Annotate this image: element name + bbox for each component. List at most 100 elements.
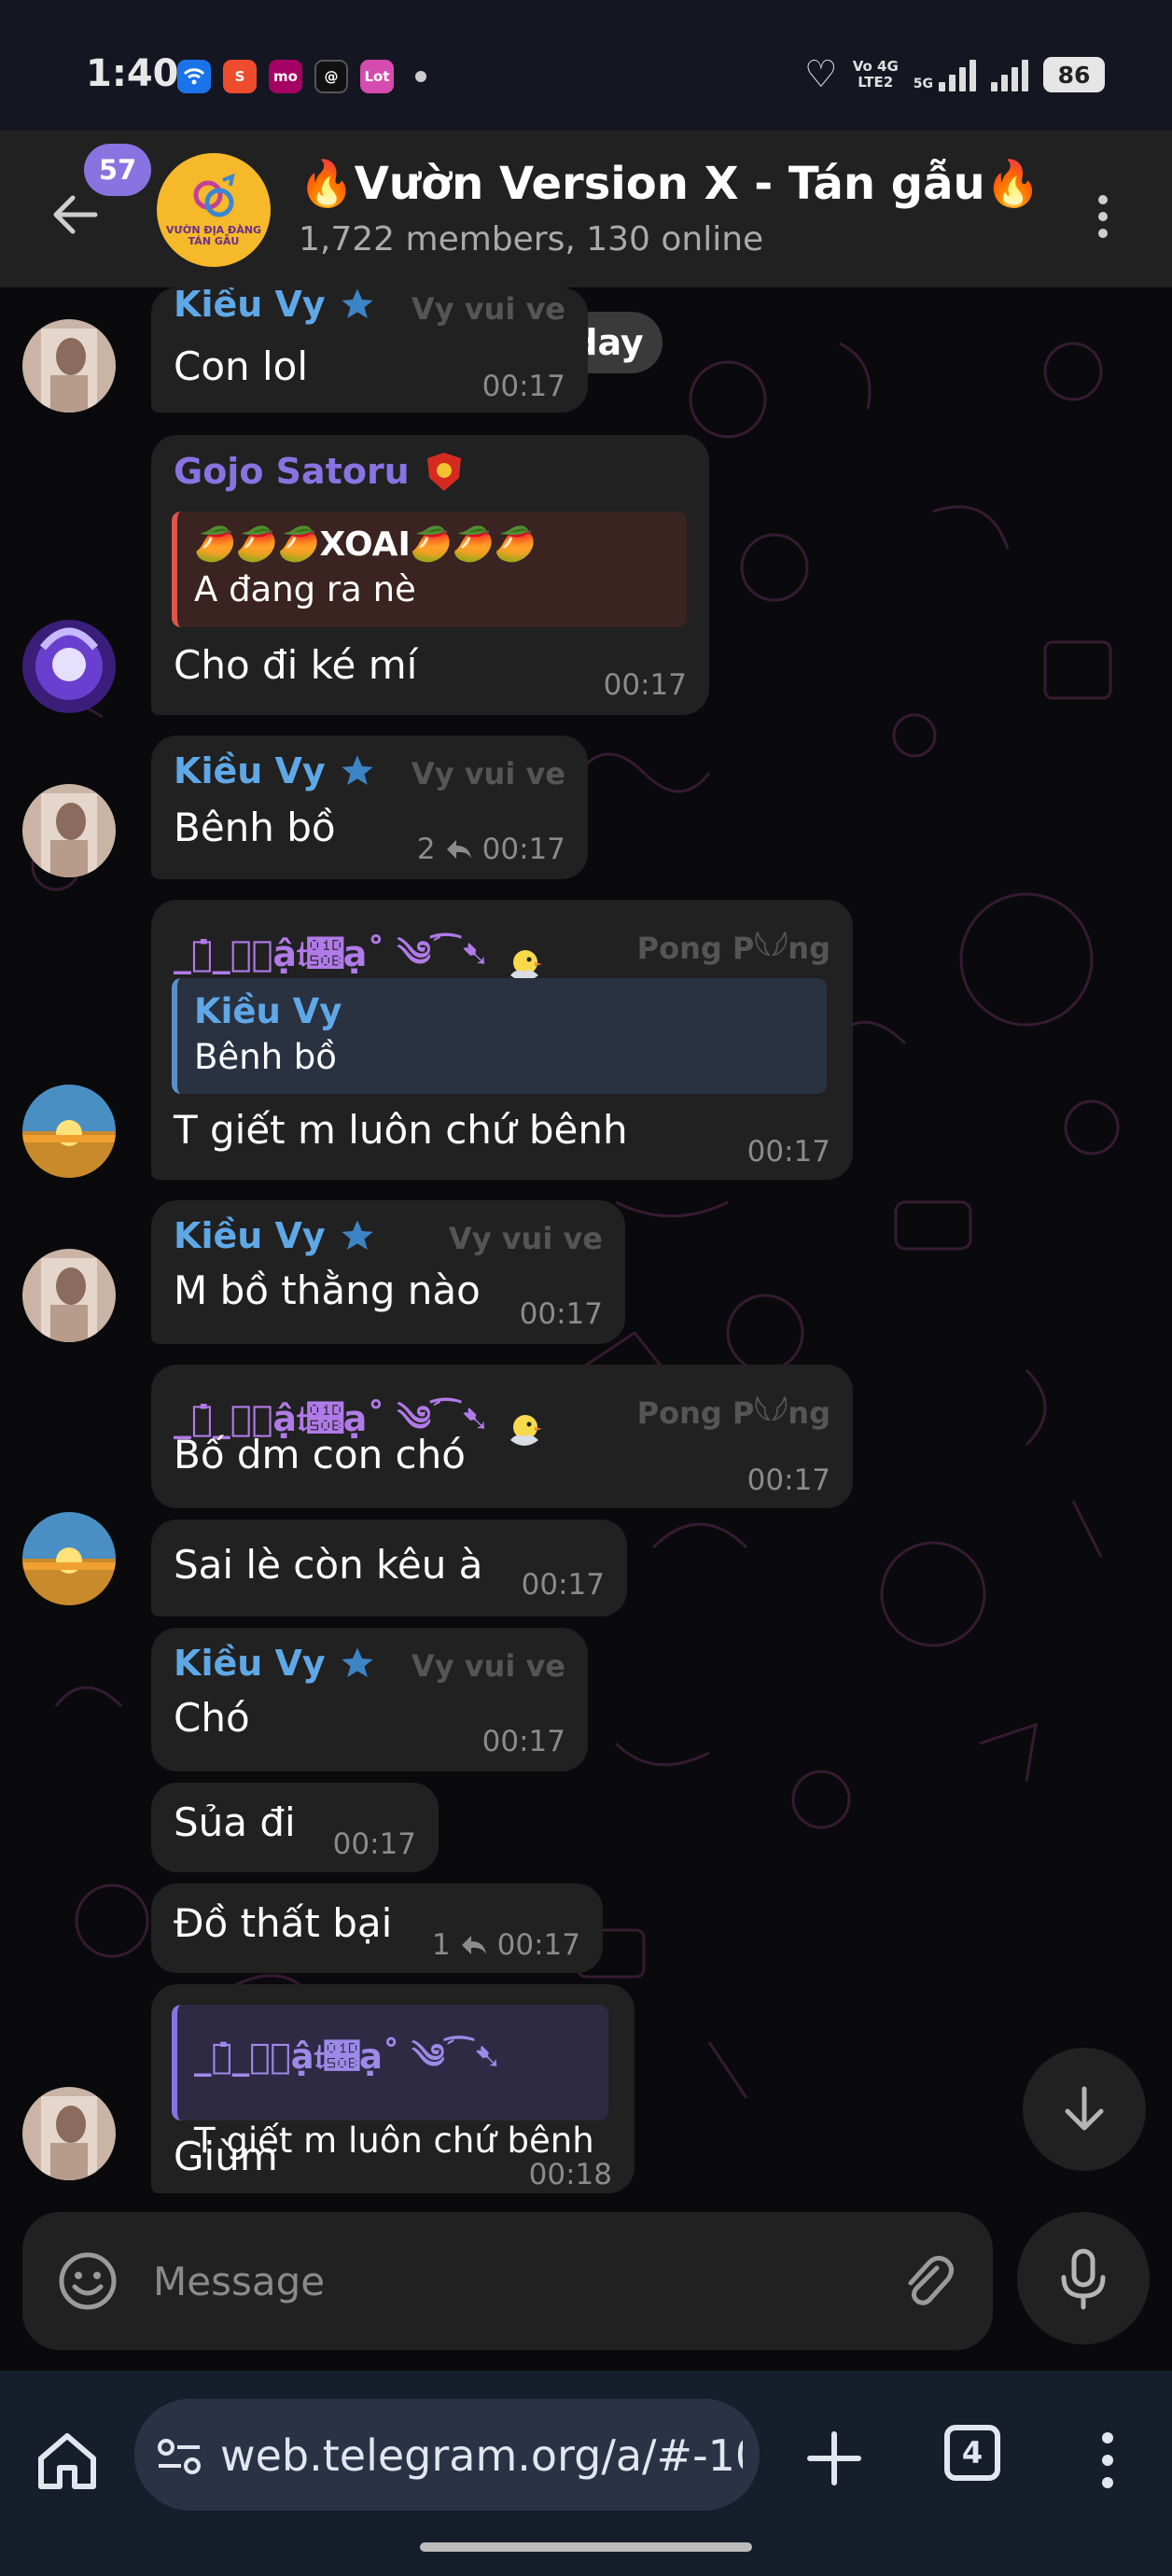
- garden-logo-icon: [193, 173, 235, 217]
- tab-switcher-button[interactable]: 4: [944, 2425, 1000, 2481]
- message-text: Con lol: [174, 343, 309, 389]
- avatar-kieu-vy[interactable]: [22, 1249, 116, 1342]
- site-settings-icon[interactable]: [155, 2436, 203, 2477]
- message-bubble[interactable]: Sai lè còn kêu à 00:17: [151, 1519, 627, 1617]
- lot-icon: Lot: [360, 60, 394, 93]
- gesture-bar[interactable]: [420, 2542, 752, 2552]
- avatar-gojo[interactable]: [22, 620, 116, 713]
- message-text: Cho đi ké mí: [174, 642, 418, 688]
- emoji-icon[interactable]: [56, 2249, 119, 2313]
- more-vertical-icon: [1098, 195, 1108, 238]
- notification-icons: S mo @ Lot: [177, 60, 426, 93]
- message-bubble[interactable]: Đồ thất bại 1 00:17: [151, 1883, 603, 1973]
- member-tag: Vy vui ve: [448, 1221, 603, 1256]
- more-options-button[interactable]: [1075, 179, 1131, 254]
- star-icon: [342, 1220, 373, 1250]
- new-tab-icon[interactable]: [799, 2423, 870, 2494]
- message-text: Sai lè còn kêu à: [174, 1542, 483, 1588]
- sender-name[interactable]: Gojo Satoru: [174, 450, 466, 493]
- message-bubble[interactable]: _ஜ̇_𝔑𝔥ậ𝔱𝔋ạ˚ ༄ؘ⁀➷ T giết m luôn chứ bênh …: [151, 1984, 635, 2193]
- avatar-kieu-vy[interactable]: [22, 784, 116, 877]
- sender-name-text: Kiều Vy: [174, 1215, 326, 1256]
- clock: 1:40: [86, 52, 179, 95]
- paperclip-icon[interactable]: [896, 2249, 959, 2313]
- duck-emoji-icon: [510, 1414, 543, 1446]
- club-badge-icon: [426, 453, 461, 491]
- message-meta: 2 00:17: [417, 833, 565, 866]
- message-bubble[interactable]: Kiều Vy Vy vui ve Con lol 00:17: [151, 287, 588, 413]
- star-icon: [342, 288, 373, 318]
- group-title[interactable]: 🔥Vườn Version X - Tán gẫu🔥: [299, 157, 1040, 210]
- message-text: Bênh bồ: [174, 805, 336, 850]
- avatar-nhat-ha[interactable]: [22, 1512, 116, 1605]
- message-bubble[interactable]: _ஜ̇_𝔑𝔥ậ𝔱𝔋ạ˚ ༄ؘ⁀➷ Pong P𓆩𓆪ng Bố dm con ch…: [151, 1365, 853, 1508]
- message-time: 00:17: [746, 1135, 830, 1169]
- address-bar[interactable]: web.telegram.org/a/#-100: [134, 2399, 760, 2511]
- reply-arrow-icon: [461, 1936, 486, 1954]
- more-notifications-dot: [415, 71, 426, 82]
- profile-photo: [22, 1512, 116, 1605]
- sender-name-text: Kiều Vy: [174, 287, 326, 325]
- quote-text: A đang ra nè: [194, 569, 416, 609]
- scroll-to-bottom-button[interactable]: [1023, 2048, 1146, 2171]
- message-time: 00:17: [332, 1827, 416, 1861]
- message-input[interactable]: [153, 2240, 881, 2322]
- star-icon: [342, 1647, 373, 1677]
- sender-name[interactable]: Kiều Vy: [174, 287, 376, 325]
- message-bubble[interactable]: Kiều Vy Vy vui ve M bồ thằng nào 00:17: [151, 1200, 625, 1344]
- sender-name-text: Kiều Vy: [174, 750, 326, 791]
- message-text: Chó: [174, 1695, 250, 1741]
- profile-photo: [22, 784, 116, 877]
- sender-name-text: Kiều Vy: [174, 1643, 326, 1684]
- avatar-kieu-vy[interactable]: [22, 2087, 116, 2180]
- system-status: ♡ Vo 4G LTE2 5G 86: [804, 56, 1105, 93]
- browser-menu-icon[interactable]: [1084, 2423, 1131, 2498]
- url-text[interactable]: web.telegram.org/a/#-100: [220, 2430, 743, 2481]
- message-text: T giết m luôn chứ bênh: [174, 1107, 628, 1153]
- message-text: Sủa đi: [174, 1799, 296, 1845]
- message-time: 00:17: [481, 833, 565, 866]
- status-bar: 1:40 S mo @ Lot ♡ Vo 4G LTE2 5G 86: [0, 0, 1172, 131]
- message-text: Đồ thất bại: [174, 1900, 393, 1946]
- sender-name[interactable]: Kiều Vy: [174, 750, 376, 791]
- shopee-icon: S: [223, 60, 257, 93]
- avatar-kieu-vy[interactable]: [22, 319, 116, 413]
- profile-photo: [22, 1249, 116, 1342]
- sender-name[interactable]: Kiều Vy: [174, 1215, 376, 1256]
- message-bubble[interactable]: Kiều Vy Vy vui ve Bênh bồ 2 00:17: [151, 735, 588, 879]
- microphone-icon: [1061, 2248, 1106, 2310]
- message-input-box: [22, 2212, 993, 2350]
- reply-quote[interactable]: _ஜ̇_𝔑𝔥ậ𝔱𝔋ạ˚ ༄ؘ⁀➷ T giết m luôn chứ bênh: [172, 2005, 608, 2161]
- quote-text: Bênh bồ: [194, 1037, 337, 1077]
- reply-count[interactable]: 2: [417, 833, 436, 866]
- voice-message-button[interactable]: [1017, 2212, 1150, 2345]
- message-bubble[interactable]: Sủa đi 00:17: [151, 1783, 439, 1872]
- arrow-left-icon: [53, 195, 98, 234]
- battery-icon: 86: [1043, 57, 1105, 92]
- group-avatar[interactable]: VƯỜN ĐỊA ĐÀNG TÁN GẪU: [157, 153, 271, 267]
- network-label: Vo 4G LTE2: [852, 58, 899, 91]
- signal-icon: 5G: [914, 58, 976, 91]
- profile-photo: [22, 620, 116, 713]
- sender-name[interactable]: Kiều Vy: [174, 1643, 376, 1684]
- quote-sender: Kiều Vy: [194, 991, 342, 1031]
- threads-icon: @: [314, 60, 348, 93]
- message-list[interactable]: Today Kiều Vy Vy vui ve Con lol 00:17 Go…: [0, 287, 1172, 2193]
- avatar-nhat-ha[interactable]: [22, 1085, 116, 1178]
- member-tag: Pong P𓆩𓆪ng: [636, 931, 830, 966]
- message-bubble[interactable]: Kiều Vy Vy vui ve Chó 00:17: [151, 1628, 588, 1771]
- member-tag: Vy vui ve: [411, 291, 565, 327]
- profile-photo: [22, 319, 116, 413]
- avatar-label: VƯỜN ĐỊA ĐÀNG TÁN GẪU: [166, 224, 261, 247]
- unread-count-badge: 57: [84, 144, 151, 196]
- reply-quote[interactable]: 🥭🥭🥭XOAI🥭🥭🥭 A đang ra nè: [172, 511, 687, 627]
- member-count: 1,722 members, 130 online: [299, 220, 764, 259]
- chat-header: 57 VƯỜN ĐỊA ĐÀNG TÁN GẪU 🔥Vườn Version X…: [0, 131, 1172, 287]
- momo-icon: mo: [269, 60, 302, 93]
- reply-quote[interactable]: Kiều Vy Bênh bồ: [172, 978, 827, 1094]
- message-bubble[interactable]: _ஜ̇_𝔑𝔥ậ𝔱𝔋ạ˚ ༄ؘ⁀➷ Pong P𓆩𓆪ng Kiều Vy Bênh…: [151, 900, 853, 1180]
- home-icon[interactable]: [32, 2425, 103, 2496]
- message-bubble[interactable]: Gojo Satoru 🥭🥭🥭XOAI🥭🥭🥭 A đang ra nè Cho …: [151, 435, 709, 715]
- reply-count[interactable]: 1: [432, 1928, 451, 1962]
- quote-title: 🥭🥭🥭XOAI🥭🥭🥭: [194, 525, 537, 564]
